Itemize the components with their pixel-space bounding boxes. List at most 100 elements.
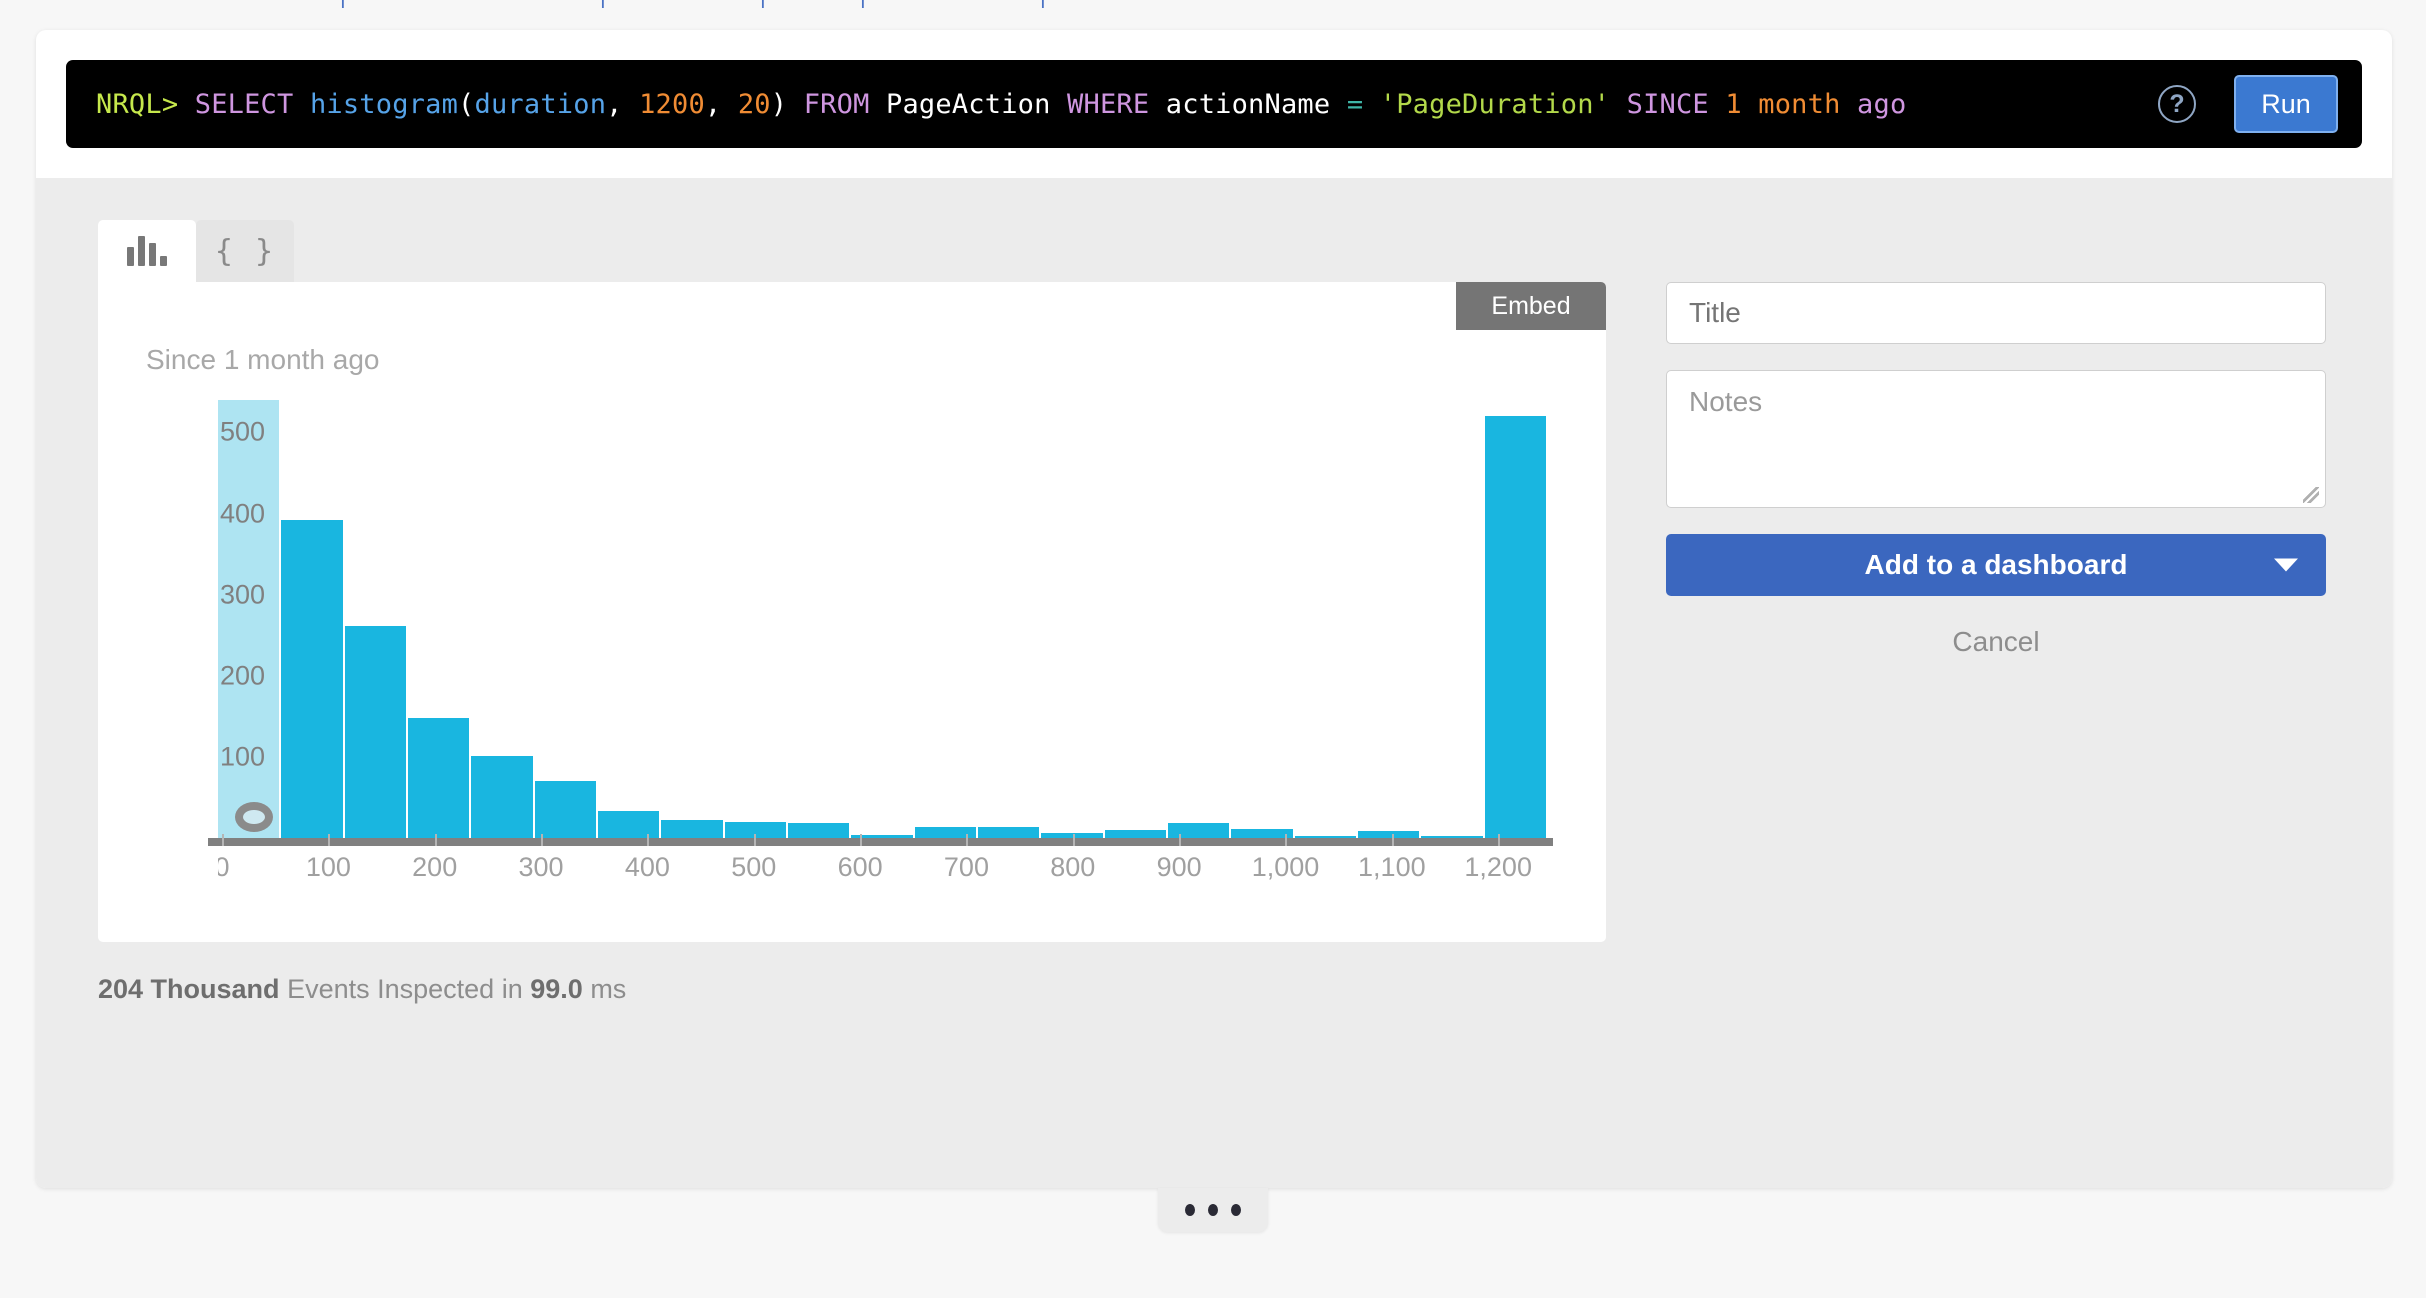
x-tick-mark: [222, 834, 224, 846]
query-token-19: =: [1347, 89, 1363, 120]
dot-3: [1231, 1204, 1241, 1216]
chart-card: Embed Since 1 month ago 100200300400500 …: [98, 282, 1606, 942]
query-token-5: ,: [606, 89, 639, 120]
histogram-bars[interactable]: [218, 400, 1548, 838]
query-duration: 99.0: [530, 974, 583, 1004]
query-token-15: WHERE: [1067, 89, 1149, 120]
x-tick-label: 600: [838, 852, 883, 883]
x-tick-mark: [1073, 834, 1075, 846]
resize-grip-icon[interactable]: [2303, 487, 2319, 503]
query-token-27: ago: [1857, 89, 1906, 120]
events-count: 204 Thousand: [98, 974, 280, 1004]
x-tick-label: 500: [731, 852, 776, 883]
notes-input[interactable]: Notes: [1666, 370, 2326, 508]
query-token-2: histogram: [310, 89, 458, 120]
x-tick-label: 1,200: [1464, 852, 1532, 883]
histogram-bar[interactable]: [1485, 416, 1548, 838]
y-tick-label: 400: [220, 498, 265, 529]
x-tick-label: 700: [944, 852, 989, 883]
cancel-button[interactable]: Cancel: [1666, 626, 2326, 658]
help-icon[interactable]: ?: [2158, 85, 2196, 123]
x-tick-label: 1,100: [1358, 852, 1426, 883]
x-tick-mark: [1179, 834, 1181, 846]
histogram-bar[interactable]: [471, 756, 534, 838]
query-token-17: actionName: [1166, 89, 1331, 120]
x-tick-label: 800: [1050, 852, 1095, 883]
x-tick-label: 900: [1157, 852, 1202, 883]
query-token-25: 1 month: [1725, 89, 1840, 120]
x-tick-label: 400: [625, 852, 670, 883]
query-token-10: [787, 89, 803, 120]
x-tick-mark: [860, 834, 862, 846]
y-tick-label: 100: [220, 741, 265, 772]
x-tick-mark: [966, 834, 968, 846]
query-token-16: [1149, 89, 1165, 120]
query-token-23: SINCE: [1627, 89, 1709, 120]
histogram-bar[interactable]: [535, 781, 598, 838]
run-button[interactable]: Run: [2234, 75, 2338, 133]
query-token-7: ,: [705, 89, 738, 120]
query-token-26: [1841, 89, 1857, 120]
histogram-bar[interactable]: [281, 520, 344, 838]
query-token-11: FROM: [804, 89, 870, 120]
result-view-tabs: { }: [98, 220, 294, 282]
save-panel: Notes Add to a dashboard Cancel: [1666, 282, 2326, 658]
query-token-12: [870, 89, 886, 120]
histogram-plot[interactable]: 100 200 300 400 500: [218, 400, 1548, 838]
x-tick-mark: [647, 834, 649, 846]
x-tick-label: 100: [306, 852, 351, 883]
results-area: { } Embed Since 1 month ago 100 200 300 400…: [36, 178, 2392, 1188]
tab-json-view[interactable]: { }: [196, 220, 294, 282]
json-braces-icon: { }: [215, 234, 275, 269]
query-token-13: PageAction: [886, 89, 1051, 120]
query-token-0: SELECT: [195, 89, 294, 120]
x-tick-mark: [1392, 834, 1394, 846]
embed-button[interactable]: Embed: [1456, 282, 1606, 330]
tab-chart-view[interactable]: [98, 220, 196, 282]
notes-placeholder: Notes: [1689, 386, 1762, 417]
mouse-cursor: [235, 802, 273, 832]
events-inspected-label: Events Inspected in: [287, 974, 523, 1004]
add-to-dashboard-button[interactable]: Add to a dashboard: [1666, 534, 2326, 596]
query-token-1: [293, 89, 309, 120]
x-tick-label: 0: [218, 852, 230, 883]
y-tick-label: 500: [220, 417, 265, 448]
query-token-4: duration: [475, 89, 607, 120]
x-axis-tick-labels: 0 100 200 300 400 500 600 700 800 900 1,000 1,100 1,…: [218, 852, 1558, 886]
nrql-query-bar[interactable]: NRQL> SELECT histogram(duration, 1200, 2…: [66, 60, 2362, 148]
page-top-bleed: || || |: [0, 0, 2426, 8]
y-tick-label: 300: [220, 579, 265, 610]
more-options-handle[interactable]: [1158, 1188, 1268, 1232]
y-tick-label: 200: [220, 660, 265, 691]
nrql-query-text[interactable]: NRQL> SELECT histogram(duration, 1200, 2…: [96, 89, 2158, 120]
dot-1: [1185, 1204, 1195, 1216]
query-token-9: ): [771, 89, 787, 120]
x-tick-mark: [754, 834, 756, 846]
query-token-3: (: [458, 89, 474, 120]
events-inspected-stats: 204 Thousand Events Inspected in 99.0 ms: [98, 974, 626, 1005]
x-tick-label: 1,000: [1252, 852, 1320, 883]
query-token-20: [1363, 89, 1379, 120]
x-tick-label: 200: [412, 852, 457, 883]
x-axis-clip: 0 100 200 300 400 500 600 700 800 900 1,000 1,100 1,…: [218, 834, 1558, 886]
x-tick-mark: [328, 834, 330, 846]
add-to-dashboard-label: Add to a dashboard: [1865, 549, 2128, 581]
bar-chart-icon: [127, 236, 167, 266]
histogram-bar[interactable]: [408, 718, 471, 838]
query-token-18: [1330, 89, 1346, 120]
x-tick-label: 300: [519, 852, 564, 883]
dot-2: [1208, 1204, 1218, 1216]
chart-subtitle: Since 1 month ago: [146, 344, 380, 376]
query-token-6: 1200: [639, 89, 705, 120]
query-token-8: 20: [738, 89, 771, 120]
title-input[interactable]: [1666, 282, 2326, 344]
chevron-down-icon[interactable]: [2274, 559, 2298, 572]
x-tick-mark: [1498, 834, 1500, 846]
query-token-22: [1610, 89, 1626, 120]
nrql-prompt: NRQL>: [96, 89, 195, 120]
query-token-24: [1709, 89, 1725, 120]
query-token-14: [1051, 89, 1067, 120]
histogram-bar[interactable]: [345, 626, 408, 839]
x-tick-mark: [1285, 834, 1287, 846]
query-console-window: NRQL> SELECT histogram(duration, 1200, 2…: [36, 30, 2392, 1188]
